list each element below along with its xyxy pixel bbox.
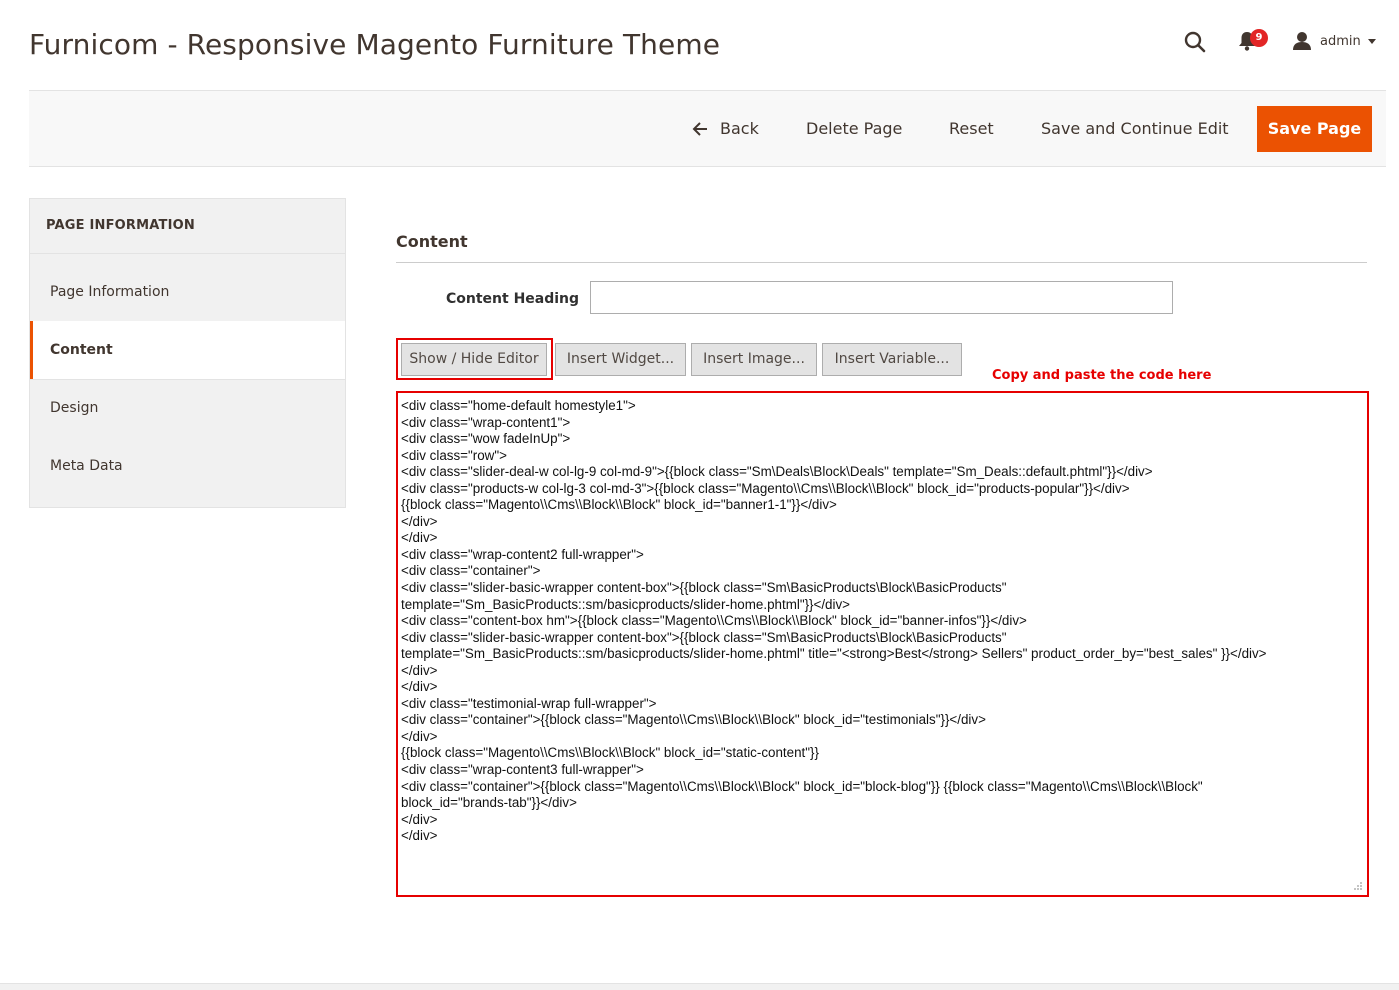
user-menu[interactable]: admin	[1292, 30, 1376, 52]
sidebar-item-page-information[interactable]: Page Information	[30, 263, 345, 321]
content-section-title[interactable]: Content	[396, 232, 468, 251]
notification-count-badge: 9	[1250, 29, 1268, 47]
footer-bar	[0, 983, 1399, 990]
content-code: <div class="home-default homestyle1"> <d…	[401, 398, 1267, 844]
page-information-sidebar: PAGE INFORMATION Page Information Conten…	[29, 198, 346, 508]
arrow-left-icon	[692, 121, 707, 136]
divider	[30, 253, 345, 254]
insert-variable-button[interactable]: Insert Variable...	[822, 343, 962, 376]
user-icon	[1293, 32, 1311, 50]
back-button[interactable]: Back	[692, 119, 759, 138]
divider	[396, 262, 1367, 263]
reset-button[interactable]: Reset	[949, 119, 994, 138]
sidebar-title: PAGE INFORMATION	[46, 218, 195, 233]
delete-page-button[interactable]: Delete Page	[806, 119, 902, 138]
sidebar-item-content[interactable]: Content	[30, 321, 345, 379]
search-icon[interactable]	[1183, 30, 1207, 54]
back-label: Back	[720, 119, 759, 138]
content-heading-label: Content Heading	[446, 291, 580, 307]
save-page-button[interactable]: Save Page	[1257, 106, 1372, 152]
resize-grip-icon[interactable]	[1353, 881, 1363, 891]
annotation-text: Copy and paste the code here	[992, 368, 1212, 383]
page-title: Furnicom - Responsive Magento Furniture …	[29, 28, 721, 61]
show-hide-editor-button[interactable]: Show / Hide Editor	[401, 343, 547, 376]
insert-widget-button[interactable]: Insert Widget...	[555, 343, 686, 376]
chevron-down-icon	[1367, 38, 1376, 44]
sidebar-item-design[interactable]: Design	[30, 379, 345, 437]
insert-image-button[interactable]: Insert Image...	[691, 343, 817, 376]
user-name: admin	[1320, 33, 1361, 49]
content-code-textarea[interactable]: <div class="home-default homestyle1"> <d…	[396, 391, 1369, 897]
save-and-continue-button[interactable]: Save and Continue Edit	[1041, 119, 1229, 138]
content-heading-input[interactable]	[590, 281, 1173, 314]
page-actions-bar: Back Delete Page Reset Save and Continue…	[29, 90, 1386, 167]
sidebar-item-meta-data[interactable]: Meta Data	[30, 437, 345, 495]
